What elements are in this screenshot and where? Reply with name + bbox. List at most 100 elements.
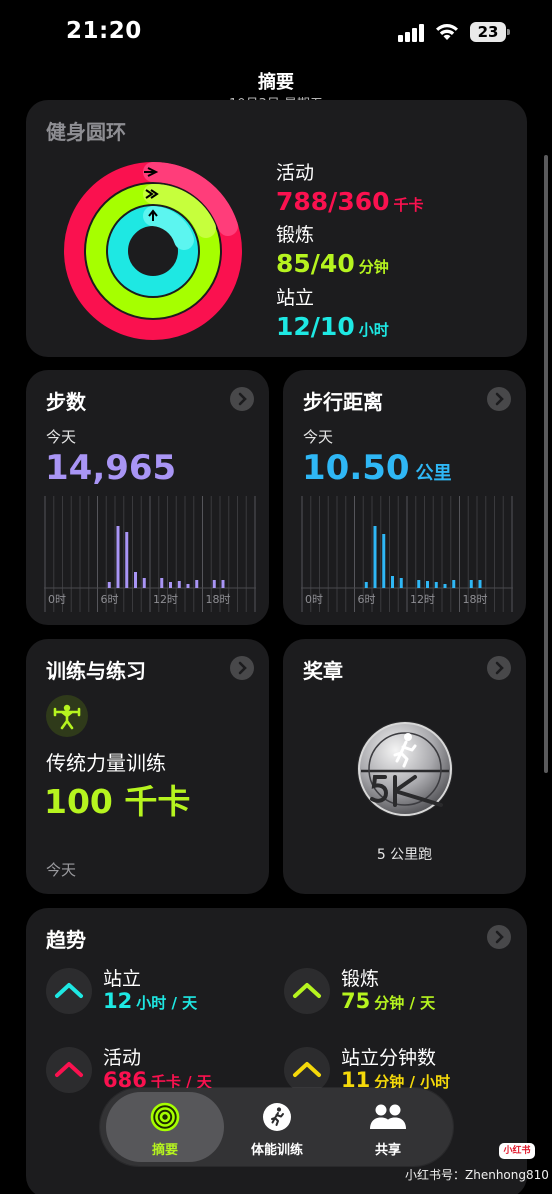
tab-label: 体能训练	[250, 1143, 303, 1158]
distance-title: 步行距离	[303, 390, 383, 414]
workout-calories: 100 千卡	[44, 782, 191, 821]
page-title: 摘要	[258, 72, 294, 93]
trend-up-icon	[46, 1047, 92, 1093]
status-bar: 21:20 23	[0, 0, 552, 66]
steps-value: 14,965	[45, 448, 177, 488]
awards-title: 奖章	[303, 659, 343, 683]
scroll-indicator[interactable]	[544, 155, 548, 773]
hourly-bar	[221, 580, 225, 588]
hourly-bar	[434, 582, 438, 588]
battery-level: 23	[470, 22, 506, 42]
trends-chevron-icon[interactable]	[487, 925, 511, 949]
hourly-bar	[426, 581, 429, 588]
workouts-title: 训练与练习	[46, 659, 146, 683]
hourly-bar	[134, 572, 137, 588]
distance-hourly-chart: 0时 6时 12时 18时	[301, 496, 513, 612]
runner-icon	[263, 1103, 291, 1131]
hourly-bar	[478, 580, 482, 588]
tab-bar: 摘要 体能训练 共享	[100, 1088, 453, 1166]
chart-tick-label: 18时	[463, 593, 488, 606]
hourly-bar	[169, 582, 172, 588]
chart-tick-label: 6时	[358, 593, 376, 606]
medal-name: 5 公里跑	[376, 847, 433, 863]
hourly-bar	[399, 578, 403, 588]
exercise-stat: 锻炼 85/40 分钟	[276, 220, 389, 278]
hourly-bar	[417, 580, 421, 588]
trend-unit: 小时 / 天	[136, 994, 198, 1012]
stand-value: 12/10	[276, 312, 355, 341]
hourly-bar	[186, 584, 190, 588]
steps-day-label: 今天	[46, 428, 77, 446]
activity-rings-card[interactable]: 健身圆环 活动 788/360 千卡 锻炼 85/40 分钟 站立 12/10 小时	[26, 100, 527, 357]
workouts-chevron-icon[interactable]	[230, 656, 254, 680]
stand-unit: 小时	[358, 321, 389, 339]
trend-label: 站立	[103, 968, 142, 990]
chart-tick-label: 12时	[410, 593, 435, 606]
distance-day-label: 今天	[303, 428, 334, 446]
hourly-bar	[142, 578, 146, 588]
workout-name: 传统力量训练	[46, 751, 166, 775]
trend-up-icon	[46, 968, 92, 1014]
wifi-icon	[436, 24, 458, 40]
hourly-bar	[195, 580, 199, 588]
awards-chevron-icon[interactable]	[487, 656, 511, 680]
hourly-bar	[391, 576, 394, 588]
workouts-card[interactable]: 训练与练习 传统力量训练 100 千卡 今天	[26, 639, 269, 894]
hourly-bar	[382, 534, 386, 588]
status-time: 21:20	[66, 18, 142, 44]
steps-chevron-icon[interactable]	[230, 387, 254, 411]
distance-chevron-icon[interactable]	[487, 387, 511, 411]
chart-tick-label: 18时	[206, 593, 231, 606]
hourly-bar	[452, 580, 456, 588]
tab-fitness-workouts[interactable]: 体能训练	[218, 1092, 336, 1162]
trend-unit: 分钟 / 天	[374, 994, 436, 1012]
steps-card[interactable]: 步数 今天 14,965 0时 6时 12时 18时	[26, 370, 269, 625]
hourly-bar	[125, 532, 129, 588]
tab-label: 共享	[374, 1143, 401, 1158]
tab-summary[interactable]: 摘要	[106, 1092, 224, 1162]
move-stat: 活动 788/360 千卡	[276, 158, 424, 216]
exercise-value: 85/40	[276, 249, 355, 278]
hourly-bar	[177, 581, 181, 588]
hourly-bar	[160, 578, 164, 588]
rings-icon	[150, 1102, 180, 1132]
hourly-bar	[107, 582, 111, 588]
5k-medal-icon	[357, 721, 453, 817]
chart-tick-label: 0时	[48, 593, 66, 606]
trend-up-icon	[284, 1047, 330, 1093]
trends-title: 趋势	[46, 928, 86, 952]
watermark-text: 小红书号：Zhenhong810	[405, 1168, 549, 1182]
activity-rings-icon	[64, 161, 242, 340]
distance-unit: 公里	[415, 463, 452, 484]
awards-card[interactable]: 奖章 5 公里跑	[283, 639, 526, 894]
rings-card-title: 健身圆环	[46, 120, 126, 144]
workout-day-label: 今天	[46, 861, 77, 879]
exercise-label: 锻炼	[276, 224, 315, 246]
tab-label: 摘要	[151, 1143, 178, 1158]
hourly-bar	[364, 582, 368, 588]
chart-tick-label: 6时	[101, 593, 119, 606]
trend-up-icon	[284, 968, 330, 1014]
people-icon	[370, 1104, 406, 1129]
trend-value: 75	[341, 989, 371, 1013]
steps-title: 步数	[46, 390, 86, 414]
trend-label: 活动	[103, 1047, 142, 1069]
hourly-bar	[443, 584, 447, 588]
tab-sharing[interactable]: 共享	[329, 1092, 447, 1162]
hourly-bar	[116, 526, 120, 588]
hourly-bar	[373, 526, 377, 588]
distance-value: 10.50	[302, 448, 410, 488]
strength-training-icon	[46, 695, 88, 737]
hourly-bar	[469, 580, 473, 588]
trend-exercise: 锻炼 75 分钟 / 天	[284, 964, 514, 1022]
chart-tick-label: 12时	[153, 593, 178, 606]
battery-icon: 23	[470, 22, 510, 42]
stand-stat: 站立 12/10 小时	[276, 283, 389, 341]
move-label: 活动	[276, 162, 315, 184]
stand-label: 站立	[276, 287, 315, 309]
steps-hourly-chart: 0时 6时 12时 18时	[44, 496, 256, 612]
exercise-unit: 分钟	[358, 258, 389, 276]
hourly-bar	[212, 580, 216, 588]
trend-stand: 站立 12 小时 / 天	[46, 964, 276, 1022]
distance-card[interactable]: 步行距离 今天 10.50 公里 0时 6时 12时 18时	[283, 370, 526, 625]
